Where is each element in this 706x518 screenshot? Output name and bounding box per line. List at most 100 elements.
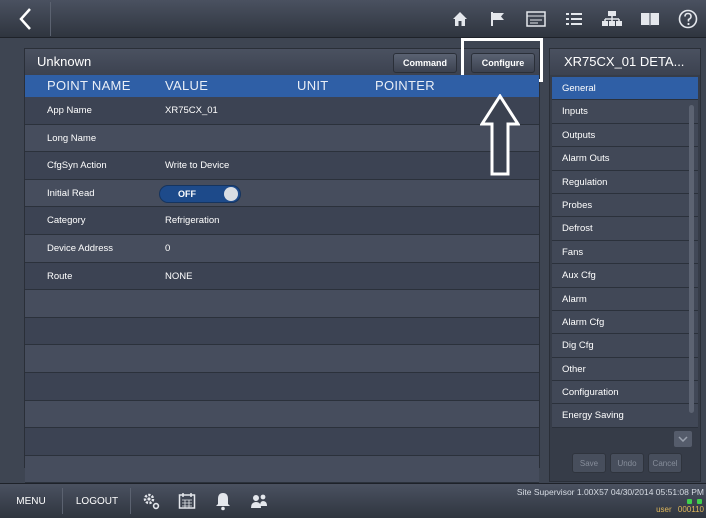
category-item-outputs[interactable]: Outputs: [552, 123, 698, 148]
bell-icon[interactable]: [212, 490, 234, 512]
table-row[interactable]: Initial Read OFF: [25, 179, 539, 208]
details-title: XR75CX_01 DETA...: [550, 49, 700, 75]
toggle-label: OFF: [178, 188, 196, 199]
flag-icon[interactable]: [486, 7, 510, 31]
category-label: Inputs: [562, 106, 588, 118]
category-label: General: [562, 83, 596, 94]
column-header-unit: UNIT: [297, 78, 329, 93]
point-name-cell: App Name: [47, 105, 92, 116]
value-cell[interactable]: 0: [165, 243, 170, 254]
column-header-pointer: POINTER: [375, 78, 435, 93]
initial-read-toggle[interactable]: OFF: [159, 184, 241, 203]
category-label: Alarm Cfg: [562, 316, 605, 328]
category-item-defrost[interactable]: Defrost: [552, 217, 698, 241]
panel-title: Unknown: [37, 54, 92, 69]
calendar-icon[interactable]: [176, 490, 198, 512]
status-indicator: [697, 499, 702, 504]
table-row[interactable]: App Name XR75CX_01: [25, 97, 539, 125]
category-label: Probes: [562, 199, 593, 211]
user-label: user: [656, 505, 672, 514]
gear-icon[interactable]: [140, 490, 162, 512]
panel-header: Unknown Command Configure: [25, 49, 539, 75]
empty-row: [25, 428, 539, 456]
point-name-cell: CfgSyn Action: [47, 160, 107, 172]
bottom-bar: MENU LOGOUT Site Supervisor 1.00X57 04/3…: [0, 483, 706, 518]
table-row[interactable]: Device Address 0: [25, 234, 539, 263]
table-row[interactable]: Route NONE: [25, 262, 539, 291]
category-label: Fans: [562, 246, 584, 258]
category-item-alarm-outs[interactable]: Alarm Outs: [552, 147, 698, 171]
divider: [130, 488, 131, 514]
category-item-configuration[interactable]: Configuration: [552, 381, 698, 405]
value-cell[interactable]: Write to Device: [165, 160, 229, 171]
save-button[interactable]: Save: [572, 453, 606, 473]
status-text: Site Supervisor 1.00X57 04/30/2014 05:51…: [516, 487, 704, 497]
category-label: Outputs: [562, 129, 596, 141]
empty-row: [25, 290, 539, 318]
cancel-button[interactable]: Cancel: [648, 453, 682, 473]
category-label: Other: [562, 363, 586, 375]
list-icon[interactable]: [562, 7, 586, 31]
undo-button[interactable]: Undo: [610, 453, 644, 473]
category-item-general[interactable]: General: [552, 77, 698, 101]
book-icon[interactable]: [638, 7, 662, 31]
point-name-cell: Category: [47, 215, 86, 227]
category-label: Energy Saving: [562, 410, 624, 422]
category-item-other[interactable]: Other: [552, 357, 698, 382]
logout-button[interactable]: LOGOUT: [66, 488, 128, 514]
users-icon[interactable]: [248, 490, 270, 512]
category-item-dig-cfg[interactable]: Dig Cfg: [552, 334, 698, 358]
list-scrollbar[interactable]: [689, 105, 694, 413]
point-name-cell: Long Name: [47, 132, 97, 144]
category-label: Configuration: [562, 387, 619, 399]
column-header-row: POINT NAME VALUE UNIT POINTER: [25, 75, 539, 97]
divider: [62, 488, 63, 514]
value-cell[interactable]: XR75CX_01: [165, 105, 218, 116]
category-item-fans[interactable]: Fans: [552, 240, 698, 265]
chevron-down-icon: [678, 436, 688, 442]
back-button[interactable]: [6, 4, 46, 34]
menu-button[interactable]: MENU: [6, 488, 56, 514]
point-name-cell: Route: [47, 270, 73, 282]
home-icon[interactable]: [448, 7, 472, 31]
calendar-icon[interactable]: [524, 7, 548, 31]
value-cell[interactable]: Refrigeration: [165, 215, 219, 226]
empty-row: [25, 400, 539, 429]
command-button[interactable]: Command: [393, 53, 457, 73]
empty-row: [25, 455, 539, 484]
toggle-knob: [224, 186, 238, 201]
details-footer: Save Undo Cancel: [572, 453, 682, 473]
scroll-down-button[interactable]: [674, 431, 692, 447]
user-status: user 000110: [656, 505, 704, 514]
category-label: Alarm Outs: [562, 153, 610, 165]
category-label: Aux Cfg: [562, 270, 596, 282]
status-indicator: [687, 499, 692, 504]
table-row[interactable]: CfgSyn Action Write to Device: [25, 152, 539, 180]
category-item-alarm[interactable]: Alarm: [552, 287, 698, 311]
details-panel: XR75CX_01 DETA... General Inputs Outputs…: [549, 48, 701, 482]
category-item-regulation[interactable]: Regulation: [552, 170, 698, 194]
network-icon[interactable]: [600, 7, 624, 31]
category-item-probes[interactable]: Probes: [552, 193, 698, 218]
configure-button[interactable]: Configure: [471, 53, 535, 73]
category-item-aux-cfg[interactable]: Aux Cfg: [552, 264, 698, 288]
table-body: App Name XR75CX_01 Long Name CfgSyn Acti…: [25, 97, 539, 484]
empty-row: [25, 372, 539, 401]
category-item-alarm-cfg[interactable]: Alarm Cfg: [552, 310, 698, 335]
top-bar: [0, 0, 706, 38]
category-label: Regulation: [562, 176, 608, 188]
empty-row: [25, 317, 539, 346]
help-icon[interactable]: [676, 7, 700, 31]
value-cell[interactable]: NONE: [165, 271, 192, 282]
top-icon-bar: [448, 4, 700, 34]
category-label: Alarm: [562, 293, 587, 305]
category-item-inputs[interactable]: Inputs: [552, 100, 698, 124]
details-category-list: General Inputs Outputs Alarm Outs Regula…: [552, 77, 698, 447]
user-value: 000110: [677, 505, 704, 514]
category-label: Defrost: [562, 223, 593, 235]
column-header-value: VALUE: [165, 78, 209, 93]
category-item-energy-saving[interactable]: Energy Saving: [552, 404, 698, 428]
table-row[interactable]: Long Name: [25, 124, 539, 153]
table-row[interactable]: Category Refrigeration: [25, 207, 539, 235]
column-header-point-name: POINT NAME: [47, 78, 131, 93]
